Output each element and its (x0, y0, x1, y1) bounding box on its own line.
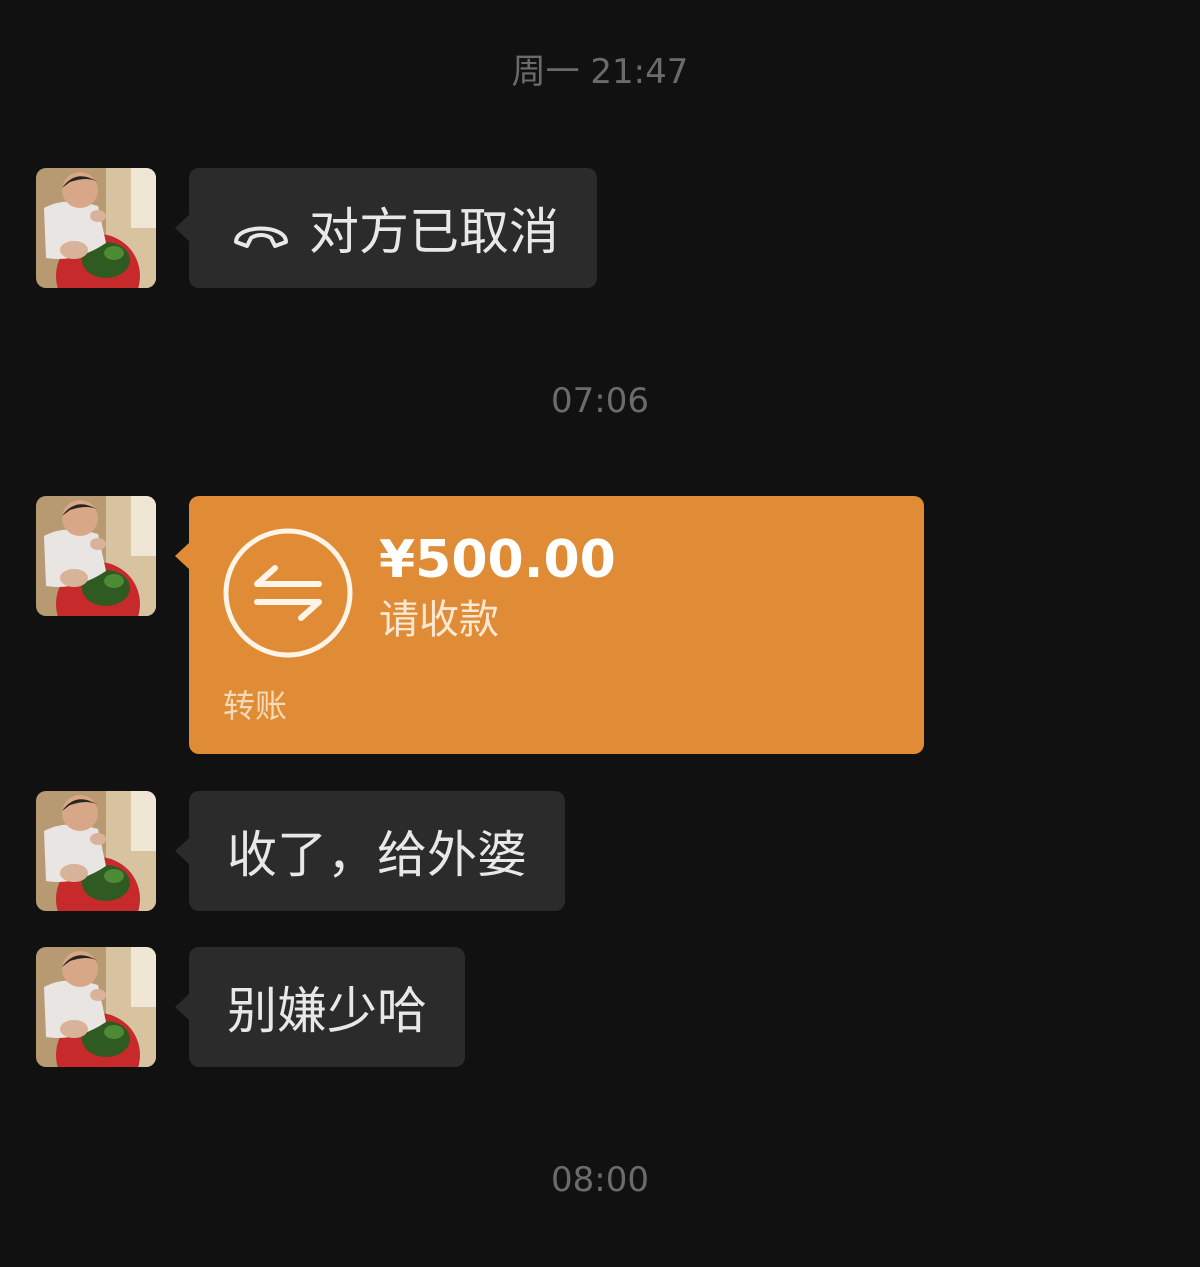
timestamp: 07:06 (551, 381, 649, 421)
contact-avatar[interactable] (36, 791, 156, 911)
contact-avatar[interactable] (36, 168, 156, 288)
bubble-tail (175, 837, 190, 865)
transfer-label: 转账 (223, 687, 288, 725)
timestamp: 08:00 (551, 1160, 649, 1200)
text-message-bubble[interactable]: 别嫌少哈 (175, 947, 465, 1067)
bubble-tail (175, 993, 190, 1021)
timestamp: 周一 21:47 (511, 52, 689, 92)
transfer-status: 请收款 (379, 597, 499, 643)
bubble-tail (175, 214, 190, 242)
call-record-bubble[interactable]: 对方已取消 (175, 168, 597, 288)
transfer-amount: ¥500.00 (379, 530, 616, 590)
chat-screen: 周一 21:47 对方已取消 07:06 ¥500.00 请收款 转账 收了，给… (0, 0, 1200, 1267)
transfer-card[interactable]: ¥500.00 请收款 转账 (175, 496, 924, 754)
text-message-bubble[interactable]: 收了，给外婆 (175, 791, 565, 911)
message-text: 别嫌少哈 (227, 982, 427, 1040)
contact-avatar[interactable] (36, 496, 156, 616)
bubble-tail (175, 542, 190, 570)
transfer-arrows-icon (221, 526, 355, 660)
hang-up-phone-icon (231, 208, 291, 248)
contact-avatar[interactable] (36, 947, 156, 1067)
call-status-text: 对方已取消 (309, 203, 559, 261)
message-text: 收了，给外婆 (227, 826, 527, 884)
